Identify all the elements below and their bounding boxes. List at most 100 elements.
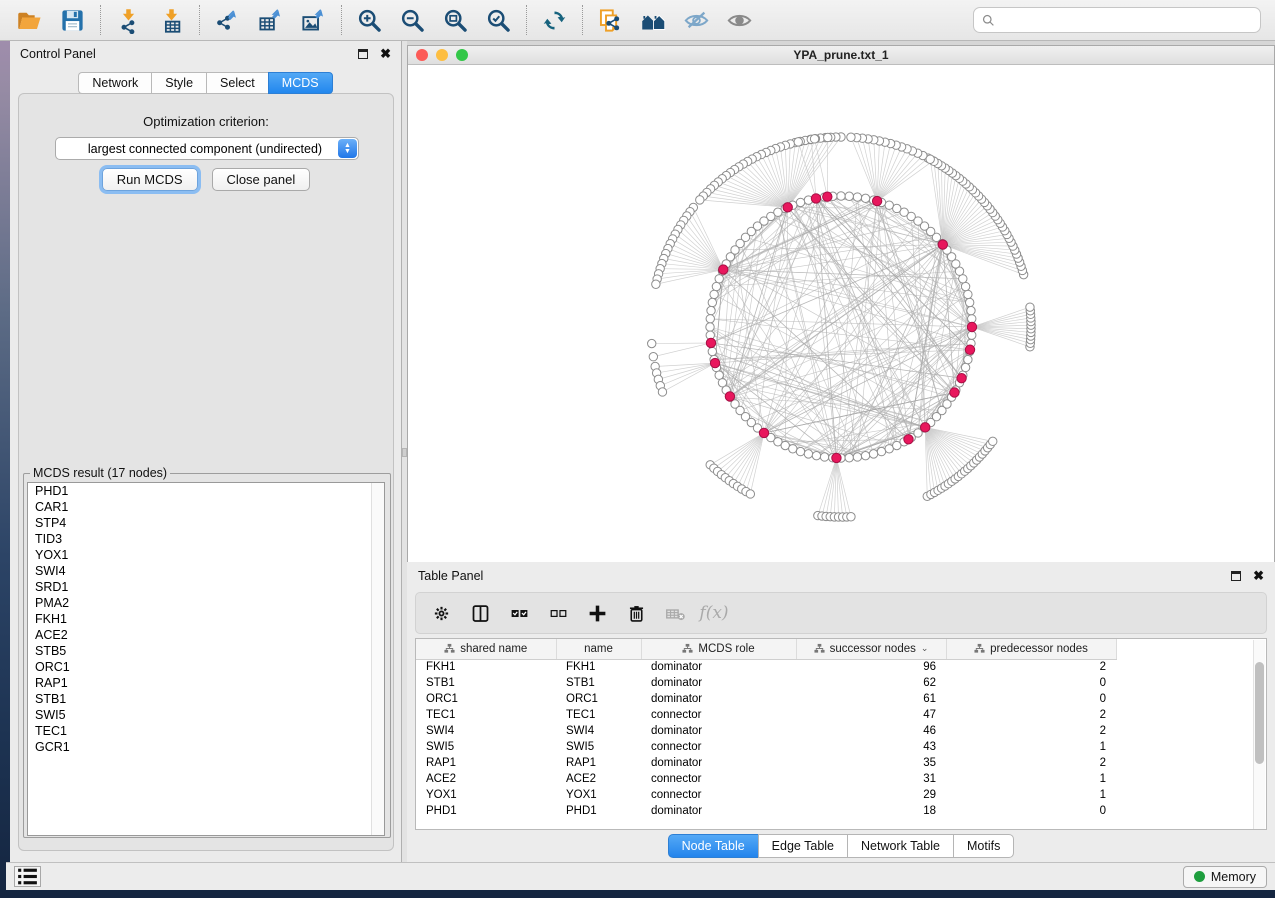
network-node[interactable] [845, 454, 853, 462]
toolbar-button-zoom-in[interactable] [348, 3, 391, 37]
network-node[interactable] [968, 315, 976, 323]
network-hub-node[interactable] [965, 345, 974, 354]
network-node[interactable] [967, 306, 975, 314]
toolbar-button-import-table[interactable] [150, 3, 193, 37]
network-node[interactable] [820, 453, 828, 461]
cell-mcds_role[interactable]: dominator [641, 659, 796, 675]
cell-predecessors[interactable]: 1 [946, 771, 1116, 787]
cell-shared_name[interactable]: YOX1 [416, 787, 556, 803]
cell-name[interactable]: SWI5 [556, 739, 641, 755]
cell-predecessors[interactable]: 2 [946, 707, 1116, 723]
table-row[interactable]: SWI5SWI5connector431 [416, 739, 1116, 755]
network-node[interactable] [796, 447, 804, 455]
cell-name[interactable]: FKH1 [556, 659, 641, 675]
optimization-select[interactable]: largest connected component (undirected)… [55, 137, 359, 160]
tab-node-table[interactable]: Node Table [668, 834, 758, 858]
table-close-icon[interactable]: ✖ [1253, 568, 1264, 584]
toolbar-button-import-network[interactable] [107, 3, 150, 37]
cell-mcds_role[interactable]: dominator [641, 691, 796, 707]
cell-successors[interactable]: 62 [796, 675, 946, 691]
run-mcds-button[interactable]: Run MCDS [102, 168, 198, 191]
tab-network-table[interactable]: Network Table [847, 834, 953, 858]
network-hub-node[interactable] [832, 453, 841, 462]
cell-mcds_role[interactable]: connector [641, 739, 796, 755]
float-panel-icon[interactable] [358, 49, 368, 59]
cell-predecessors[interactable]: 2 [946, 659, 1116, 675]
cell-successors[interactable]: 96 [796, 659, 946, 675]
toolbar-button-export-image[interactable] [292, 3, 335, 37]
network-node[interactable] [652, 280, 660, 288]
cell-successors[interactable]: 47 [796, 707, 946, 723]
column-header-shared-name[interactable]: shared name [416, 639, 556, 659]
network-hub-node[interactable] [904, 435, 913, 444]
toolbar-button-open-session[interactable] [8, 3, 51, 37]
cell-name[interactable]: ACE2 [556, 771, 641, 787]
cell-name[interactable]: ORC1 [556, 691, 641, 707]
table-row[interactable]: PHD1PHD1dominator180 [416, 803, 1116, 819]
cell-shared_name[interactable]: SWI5 [416, 739, 556, 755]
network-hub-node[interactable] [823, 192, 832, 201]
cell-predecessors[interactable]: 0 [946, 675, 1116, 691]
task-history-button[interactable] [14, 866, 41, 887]
network-node[interactable] [804, 450, 812, 458]
network-hub-node[interactable] [967, 322, 976, 331]
cell-shared_name[interactable]: RAP1 [416, 755, 556, 771]
mcds-node-item[interactable]: CAR1 [28, 499, 384, 515]
toolbar-button-hide-selected[interactable] [675, 3, 718, 37]
table-row[interactable]: SWI4SWI4dominator462 [416, 723, 1116, 739]
cell-shared_name[interactable]: TEC1 [416, 707, 556, 723]
mcds-node-item[interactable]: PHD1 [28, 483, 384, 499]
toolbar-button-refresh[interactable] [533, 3, 576, 37]
cell-predecessors[interactable]: 1 [946, 787, 1116, 803]
mcds-node-item[interactable]: GCR1 [28, 739, 384, 755]
mcds-node-item[interactable]: SWI4 [28, 563, 384, 579]
network-node[interactable] [796, 198, 804, 206]
cell-name[interactable]: PHD1 [556, 803, 641, 819]
toolbar-button-clone-network[interactable] [589, 3, 632, 37]
network-view[interactable] [408, 66, 1274, 600]
mcds-node-item[interactable]: TEC1 [28, 723, 384, 739]
cell-mcds_role[interactable]: dominator [641, 755, 796, 771]
mcds-node-item[interactable]: YOX1 [28, 547, 384, 563]
network-hub-node[interactable] [938, 240, 947, 249]
toolbar-button-zoom-selected[interactable] [477, 3, 520, 37]
column-header-predecessor-nodes[interactable]: predecessor nodes [946, 639, 1116, 659]
network-hub-node[interactable] [725, 392, 734, 401]
window-minimize-icon[interactable] [436, 49, 448, 61]
network-node[interactable] [964, 290, 972, 298]
node-table[interactable]: shared namenameMCDS rolesuccessor nodes⌄… [416, 639, 1117, 819]
network-node[interactable] [926, 155, 934, 163]
network-node[interactable] [853, 193, 861, 201]
network-node[interactable] [715, 275, 723, 283]
window-maximize-icon[interactable] [456, 49, 468, 61]
network-node[interactable] [794, 138, 802, 146]
network-hub-node[interactable] [957, 373, 966, 382]
network-hub-node[interactable] [706, 338, 715, 347]
cell-predecessors[interactable]: 2 [946, 723, 1116, 739]
network-node[interactable] [812, 451, 820, 459]
cell-name[interactable]: RAP1 [556, 755, 641, 771]
network-node[interactable] [789, 445, 797, 453]
close-panel-button[interactable]: Close panel [212, 168, 311, 191]
table-row[interactable]: FKH1FKH1dominator962 [416, 659, 1116, 675]
cell-predecessors[interactable]: 0 [946, 691, 1116, 707]
cell-mcds_role[interactable]: connector [641, 771, 796, 787]
table-row[interactable]: ACE2ACE2connector311 [416, 771, 1116, 787]
network-node[interactable] [964, 355, 972, 363]
cell-successors[interactable]: 61 [796, 691, 946, 707]
cell-shared_name[interactable]: STB1 [416, 675, 556, 691]
cell-successors[interactable]: 31 [796, 771, 946, 787]
network-node[interactable] [961, 282, 969, 290]
cell-shared_name[interactable]: FKH1 [416, 659, 556, 675]
table-toolbar-select-all-button[interactable] [504, 598, 534, 628]
tab-edge-table[interactable]: Edge Table [758, 834, 847, 858]
toolbar-button-export-table[interactable] [249, 3, 292, 37]
network-node[interactable] [1026, 303, 1034, 311]
network-hub-node[interactable] [872, 196, 881, 205]
network-node[interactable] [810, 135, 818, 143]
table-toolbar-trash-button[interactable] [621, 598, 651, 628]
table-toolbar-deselect-all-button[interactable] [543, 598, 573, 628]
network-node[interactable] [824, 133, 832, 141]
tab-style[interactable]: Style [151, 72, 206, 94]
tab-motifs[interactable]: Motifs [953, 834, 1014, 858]
